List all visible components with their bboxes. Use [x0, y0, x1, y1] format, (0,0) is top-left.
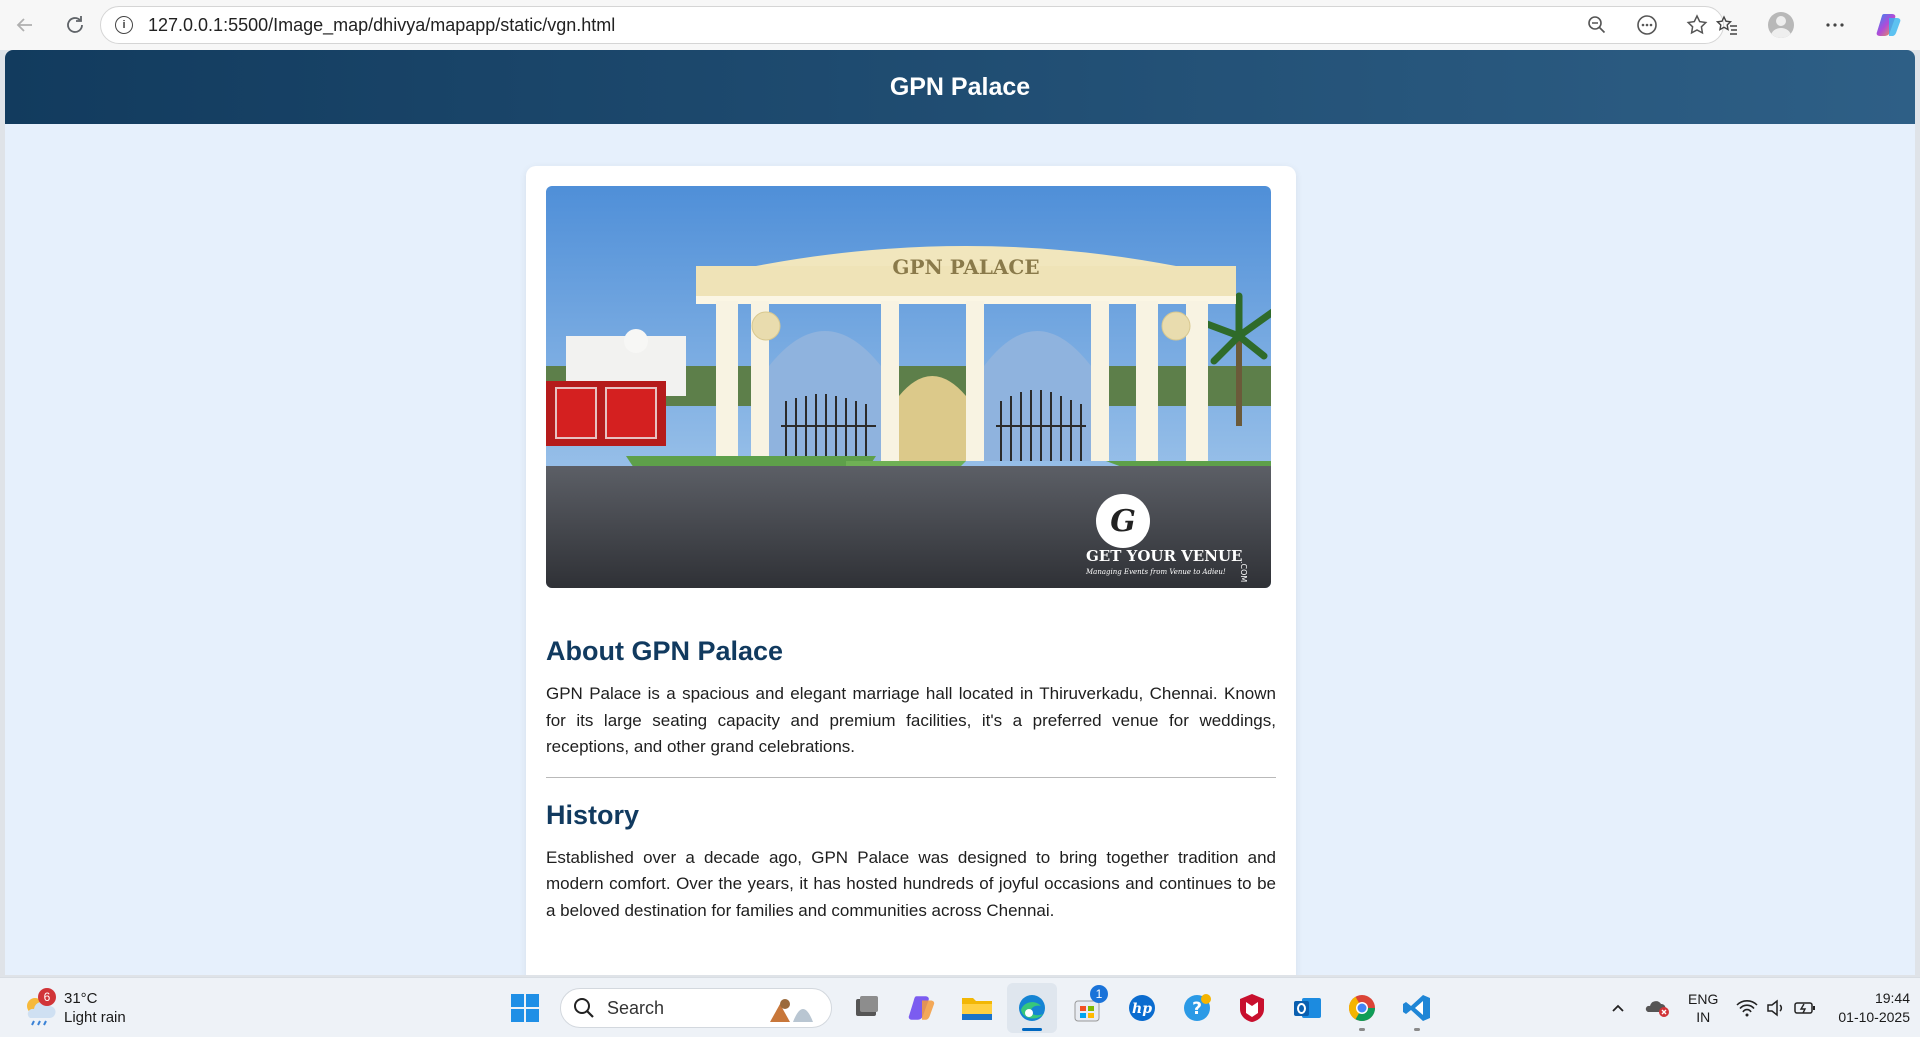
- svg-text:?: ?: [1192, 999, 1202, 1019]
- weather-cloud-sun-icon: 6: [20, 988, 60, 1028]
- watermark-line2: Managing Events from Venue to Adieu!: [1085, 568, 1226, 576]
- refresh-icon: [67, 16, 83, 33]
- browser-essentials-icon: [1637, 15, 1657, 35]
- settings-more-button[interactable]: [1814, 4, 1856, 46]
- clock[interactable]: 19:44 01-10-2025: [1838, 989, 1910, 1027]
- hero-sign-text: GPN PALACE: [892, 255, 1039, 279]
- task-view-button[interactable]: [842, 983, 892, 1033]
- site-info-icon[interactable]: i: [115, 16, 133, 34]
- history-heading: History: [546, 799, 640, 830]
- outlook-button[interactable]: [1282, 983, 1332, 1033]
- browser-toolbar: i 127.0.0.1:5500/Image_map/dhivya/mapapp…: [0, 0, 1920, 50]
- svg-text:G: G: [1110, 504, 1136, 539]
- history-text: Established over a decade ago, GPN Palac…: [546, 847, 1276, 920]
- star-icon: [1686, 14, 1708, 35]
- taskbar-search[interactable]: Search: [560, 988, 832, 1028]
- system-tray: ENG IN 19:44 01-10-2025: [1592, 978, 1910, 1037]
- hp-app-button[interactable]: hp: [1117, 983, 1167, 1033]
- speaker-icon: [1767, 999, 1783, 1017]
- read-aloud-button[interactable]: [1631, 9, 1663, 41]
- chrome-button[interactable]: [1337, 983, 1387, 1033]
- about-heading: About GPN Palace: [546, 636, 784, 666]
- store-button[interactable]: 1: [1062, 983, 1112, 1033]
- watermark-suffix: .COM: [1239, 561, 1248, 582]
- svg-text:hp: hp: [1132, 1001, 1152, 1017]
- venue-hero-image: GPN PALACE G GET YOUR VENUE Managing Eve…: [546, 186, 1271, 588]
- wifi-icon: [1736, 1000, 1758, 1017]
- favorites-list-icon: [1716, 15, 1737, 35]
- profile-avatar-icon: [1768, 12, 1794, 38]
- clock-date: 01-10-2025: [1838, 1009, 1910, 1025]
- file-explorer-button[interactable]: [952, 983, 1002, 1033]
- weather-alert-badge: 6: [38, 988, 56, 1006]
- volume-button[interactable]: [1766, 999, 1786, 1017]
- copilot-button[interactable]: [1868, 4, 1910, 46]
- chevron-up-icon: [1612, 1004, 1624, 1012]
- help-app-button[interactable]: ?: [1172, 983, 1222, 1033]
- search-highlight-icon: [770, 999, 813, 1022]
- search-icon: [574, 998, 594, 1018]
- language-code: ENG: [1688, 991, 1719, 1007]
- section-divider: [546, 776, 1276, 778]
- mcafee-button[interactable]: [1227, 983, 1277, 1033]
- page-viewport: GPN Palace GPN PALACE G GET YOUR VENUE M…: [5, 50, 1915, 975]
- page-header: GPN Palace: [5, 50, 1915, 124]
- edge-browser-button[interactable]: [1007, 983, 1057, 1033]
- show-hidden-icons-button[interactable]: [1610, 1000, 1626, 1016]
- onedrive-button[interactable]: [1644, 998, 1670, 1018]
- onedrive-offline-icon: [1645, 1001, 1670, 1017]
- profile-button[interactable]: [1760, 4, 1802, 46]
- chrome-icon: [1348, 995, 1376, 1022]
- more-dots-icon: [1826, 23, 1844, 27]
- back-button[interactable]: [5, 5, 45, 45]
- zoom-out-icon: [1588, 16, 1606, 34]
- clock-time: 19:44: [1874, 990, 1910, 1006]
- url-text: 127.0.0.1:5500/Image_map/dhivya/mapapp/s…: [148, 14, 616, 35]
- watermark-line1: GET YOUR VENUE: [1086, 547, 1242, 565]
- region-code: IN: [1696, 1009, 1711, 1025]
- outlook-icon: [1294, 998, 1321, 1018]
- network-button[interactable]: [1736, 999, 1758, 1017]
- copilot-icon: [1876, 14, 1901, 36]
- refresh-button[interactable]: [55, 5, 95, 45]
- about-text: GPN Palace is a spacious and elegant mar…: [546, 684, 1276, 756]
- windows-taskbar: 6 31°C Light rain Search 1 hp ? ENG IN 1…: [0, 977, 1920, 1037]
- search-label: Search: [607, 997, 665, 1018]
- battery-charging-icon: [1794, 1002, 1816, 1014]
- copilot-app-button[interactable]: [897, 983, 947, 1033]
- mcafee-shield-icon: [1240, 994, 1264, 1022]
- weather-widget[interactable]: 6 31°C Light rain: [20, 988, 126, 1028]
- hp-icon: hp: [1129, 995, 1155, 1021]
- address-bar[interactable]: i 127.0.0.1:5500/Image_map/dhivya/mapapp…: [100, 6, 1724, 44]
- weather-temp: 31°C: [64, 990, 98, 1007]
- weather-condition: Light rain: [64, 1009, 126, 1026]
- folder-icon: [962, 998, 992, 1020]
- start-button[interactable]: [500, 983, 550, 1033]
- page-title: GPN Palace: [889, 72, 1031, 101]
- copilot-app-icon: [908, 996, 935, 1020]
- vscode-button[interactable]: [1392, 983, 1442, 1033]
- favorites-button[interactable]: [1706, 4, 1748, 46]
- windows-logo-icon: [511, 994, 539, 1022]
- zoom-out-button[interactable]: [1581, 9, 1613, 41]
- task-view-icon: [856, 996, 878, 1016]
- venue-card: GPN PALACE G GET YOUR VENUE Managing Eve…: [526, 166, 1296, 975]
- battery-button[interactable]: [1794, 999, 1816, 1017]
- store-badge: 1: [1090, 985, 1108, 1003]
- back-arrow-icon: [16, 18, 32, 32]
- edge-icon: [1019, 995, 1045, 1021]
- help-icon: ?: [1184, 994, 1211, 1021]
- vscode-icon: [1403, 995, 1430, 1021]
- language-indicator[interactable]: ENG IN: [1688, 990, 1718, 1026]
